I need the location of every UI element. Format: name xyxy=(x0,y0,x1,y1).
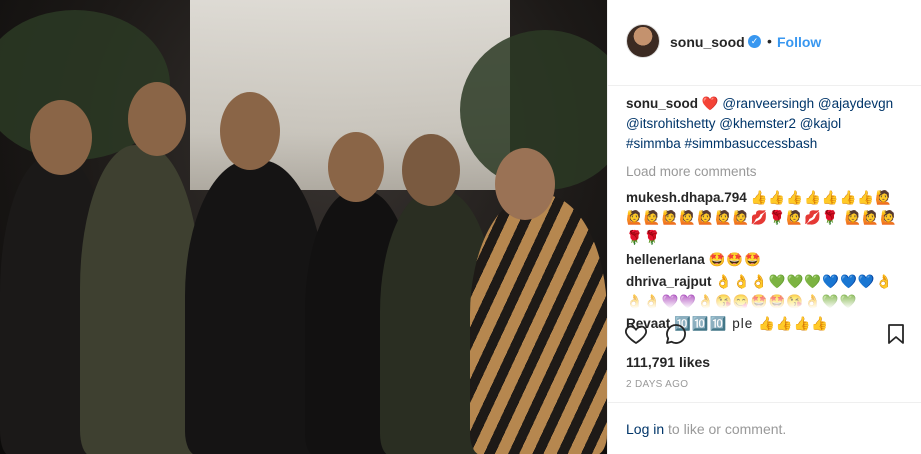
photo-head-3 xyxy=(220,92,280,170)
login-prompt: Log in to like or comment. xyxy=(626,421,786,437)
load-more-comments-button[interactable]: Load more comments xyxy=(626,162,910,182)
follow-button[interactable]: Follow xyxy=(777,34,821,50)
like-heart-icon[interactable] xyxy=(624,322,648,346)
comment-username[interactable]: hellenerlana xyxy=(626,252,705,267)
comments-fade xyxy=(608,292,921,316)
post-timestamp[interactable]: 2 DAYS AGO xyxy=(626,379,688,390)
photo-head-1 xyxy=(30,100,92,175)
comment-item: hellenerlana 🤩🤩🤩 xyxy=(626,250,910,270)
caption-hashtags[interactable]: #simmba #simmbasuccessbash xyxy=(626,136,817,151)
photo-head-5 xyxy=(402,134,460,206)
photo-head-2 xyxy=(128,82,186,156)
caption-username[interactable]: sonu_sood xyxy=(626,96,698,111)
comment-username[interactable]: dhriva_rajput xyxy=(626,274,712,289)
action-bar xyxy=(608,316,921,346)
photo-head-4 xyxy=(328,132,384,202)
photo-person-3 xyxy=(185,160,325,454)
caption-mentions-1[interactable]: @ranveersingh @ajaydevgn xyxy=(722,96,893,111)
save-bookmark-icon[interactable] xyxy=(884,322,908,346)
photo-person-6 xyxy=(470,195,607,454)
avatar[interactable] xyxy=(626,24,660,58)
verified-badge-icon: ✓ xyxy=(748,35,761,48)
post-photo[interactable] xyxy=(0,0,607,454)
photo-head-6 xyxy=(495,148,555,220)
login-prompt-text: to like or comment. xyxy=(664,421,787,437)
caption-mentions-2[interactable]: @itsrohitshetty @khemster2 @kajol xyxy=(626,116,841,131)
heart-emoji: ❤️ xyxy=(701,96,719,111)
comment-text: 🤩🤩🤩 xyxy=(708,252,762,267)
post-sidebar: sonu_sood ✓ • Follow sonu_sood ❤️ @ranve… xyxy=(607,0,921,454)
login-link[interactable]: Log in xyxy=(626,421,664,437)
post-header: sonu_sood ✓ • Follow xyxy=(608,0,921,86)
likes-count[interactable]: 111,791 likes xyxy=(626,354,710,370)
caption: sonu_sood ❤️ @ranveersingh @ajaydevgn @i… xyxy=(626,94,910,154)
separator-dot: • xyxy=(767,33,772,49)
comment-icon[interactable] xyxy=(664,322,688,346)
author-username[interactable]: sonu_sood xyxy=(670,34,745,50)
comment-username[interactable]: mukesh.dhapa.794 xyxy=(626,190,747,205)
comment-item: mukesh.dhapa.794 👍👍👍👍👍👍👍🙋 🙋🙋🙋🙋🙋🙋🙋💋🌹🙋💋🌹 🙋… xyxy=(626,188,910,248)
post-footer: Log in to like or comment. xyxy=(608,402,921,454)
photo-person-2 xyxy=(80,145,200,454)
